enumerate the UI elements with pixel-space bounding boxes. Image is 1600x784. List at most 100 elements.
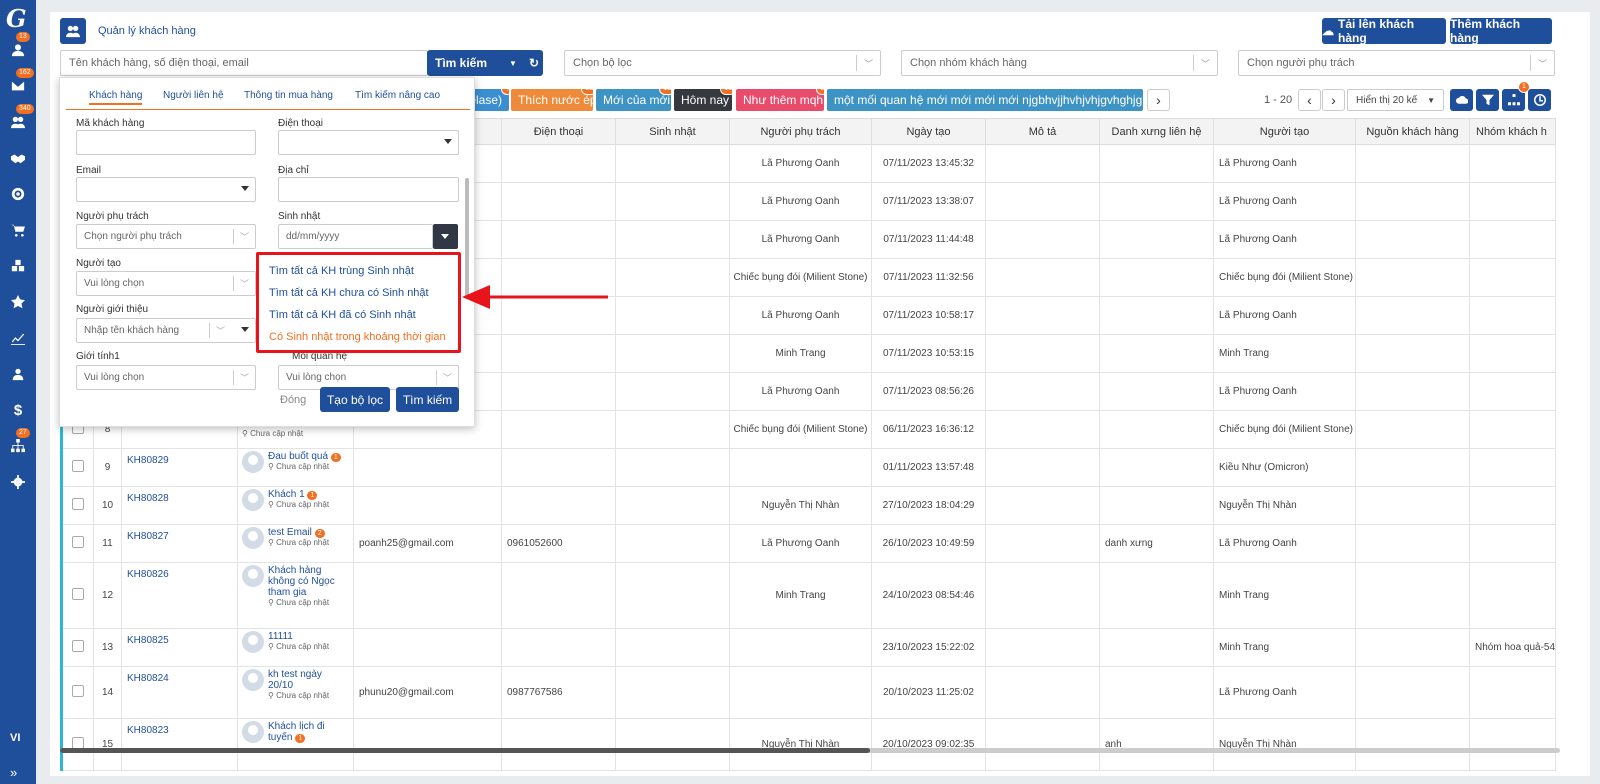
search-button[interactable]: Tìm kiếm ▼ ↻	[427, 50, 543, 76]
col-header[interactable]: Người phụ trách	[729, 118, 872, 145]
panel-scrollbar[interactable]	[465, 178, 469, 298]
horizontal-scrollbar[interactable]	[60, 748, 1560, 753]
prev-page-button[interactable]: ‹	[1298, 89, 1321, 111]
col-header[interactable]: Điện thoại	[501, 118, 616, 145]
row-checkbox-cell[interactable]	[60, 562, 94, 629]
option-has-birthday[interactable]: Tìm tất cả KH đã có Sinh nhật	[269, 309, 416, 321]
caret-down-icon[interactable]	[241, 186, 249, 191]
owner-select[interactable]: Chọn người phụ trách ﹀	[76, 224, 256, 249]
dollar-icon[interactable]: $	[0, 398, 36, 422]
refresh-icon[interactable]: ↻	[529, 56, 539, 70]
table-row[interactable]: 10 KH80828 Khách 1 1 ⚲ Chưa cập nhật Nguyễn …	[60, 486, 1557, 525]
row-checkbox[interactable]	[72, 536, 84, 548]
cloud-download-button[interactable]	[1450, 89, 1473, 111]
customer-name-link[interactable]: test Email	[268, 527, 312, 538]
birthday-input[interactable]: dd/mm/yyyy	[278, 224, 433, 249]
row-checkbox-cell[interactable]	[60, 666, 94, 719]
customer-name-link[interactable]: Khách 1	[268, 489, 305, 500]
creator-select[interactable]: Vui lòng chọn ﹀	[76, 271, 256, 296]
close-button[interactable]: Đóng	[280, 394, 306, 406]
handshake-icon[interactable]	[0, 146, 36, 170]
columns-button[interactable]: 1	[1502, 81, 1530, 111]
next-tags-button[interactable]: ›	[1147, 89, 1170, 111]
filter-button[interactable]	[1476, 89, 1499, 111]
col-header[interactable]: Mô tả	[985, 118, 1100, 145]
chevron-down-icon[interactable]: ▼	[509, 59, 517, 68]
saved-filter-tag[interactable]: một mối quan hệ mới mới mới mới njgbhvjj…	[827, 89, 1143, 111]
saved-filter-tag[interactable]: elase)4	[471, 89, 509, 111]
scroll-thumb[interactable]	[60, 748, 870, 753]
option-same-birthday[interactable]: Tìm tất cả KH trùng Sinh nhật	[269, 265, 414, 277]
upload-customers-button[interactable]: ☁ Tải lên khách hàng	[1322, 17, 1446, 45]
saved-filter-tag[interactable]: Mới của mới13	[596, 89, 671, 111]
owner-select[interactable]: Chọn người phụ trách ﹀	[1238, 50, 1555, 76]
saved-filter-tag[interactable]: Như thêm mqh0	[736, 89, 824, 111]
row-checkbox-cell[interactable]	[60, 718, 94, 771]
filter-search-button[interactable]: Tìm kiếm	[396, 387, 459, 412]
table-row[interactable]: 13 KH80825 11111 ⚲ Chưa cập nhật 23/10/2023 …	[60, 628, 1557, 667]
chart-icon[interactable]	[0, 326, 36, 350]
users-icon[interactable]: 340	[0, 104, 36, 134]
create-filter-button[interactable]: Tạo bộ lọc	[320, 387, 390, 412]
app-logo[interactable]: G	[6, 4, 32, 33]
table-row[interactable]: 9 KH80829 Đau buốt quá 1 ⚲ Chưa cập nhật 01/…	[60, 448, 1557, 487]
col-header[interactable]: Nguồn khách hàng	[1355, 118, 1470, 145]
caret-down-icon[interactable]	[241, 327, 249, 332]
filter-select[interactable]: Chọn bộ lọc ﹀	[564, 50, 881, 76]
next-page-button[interactable]: ›	[1322, 89, 1345, 111]
mail-icon[interactable]: 162	[0, 68, 36, 98]
customer-code[interactable]: KH80827	[121, 524, 238, 563]
col-header[interactable]: Sinh nhật	[615, 118, 730, 145]
row-checkbox-cell[interactable]	[60, 448, 94, 487]
col-header[interactable]: Danh xưng liên hệ	[1099, 118, 1214, 145]
table-row[interactable]: 11 KH80827 test Email 2 ⚲ Chưa cập nhật poan…	[60, 524, 1557, 563]
row-checkbox[interactable]	[72, 588, 84, 600]
cart-icon[interactable]	[0, 218, 36, 242]
history-button[interactable]	[1528, 89, 1551, 111]
star-icon[interactable]	[0, 290, 36, 314]
customer-name-link[interactable]: kh test ngày 20/10	[268, 669, 322, 691]
option-no-birthday[interactable]: Tìm tất cả KH chưa có Sinh nhật	[269, 287, 429, 299]
gear-icon[interactable]	[0, 470, 36, 494]
table-row[interactable]: 12 KH80826 Khách hàng không có Ngọc tham g…	[60, 562, 1557, 629]
customer-code[interactable]: KH80829	[121, 448, 238, 487]
sitemap-icon[interactable]: 27	[0, 428, 36, 458]
caret-down-icon[interactable]	[444, 139, 452, 144]
tab-advanced-search[interactable]: Tìm kiếm nâng cao	[355, 90, 440, 101]
col-header[interactable]: Người tạo	[1213, 118, 1356, 145]
tab-contact[interactable]: Người liên hệ	[163, 90, 224, 101]
customer-name-link[interactable]: Đau buốt quá	[268, 451, 328, 462]
row-checkbox[interactable]	[72, 640, 84, 652]
customer-code[interactable]: KH80825	[121, 628, 238, 667]
col-header[interactable]: Nhóm khách h	[1468, 118, 1557, 145]
tab-purchase-info[interactable]: Thông tin mua hàng	[244, 90, 333, 101]
row-checkbox[interactable]	[72, 498, 84, 510]
option-birthday-range[interactable]: Có Sinh nhật trong khoảng thời gian	[269, 331, 446, 343]
language-switch[interactable]: VI	[10, 732, 20, 744]
target-icon[interactable]	[0, 182, 36, 206]
row-checkbox-cell[interactable]	[60, 628, 94, 667]
group-select[interactable]: Chọn nhóm khách hàng ﹀	[901, 50, 1218, 76]
boxes-icon[interactable]	[0, 254, 36, 278]
customer-code[interactable]: KH80826	[121, 562, 238, 629]
address-input[interactable]	[278, 177, 459, 202]
row-checkbox-cell[interactable]	[60, 486, 94, 525]
phone-input[interactable]	[278, 130, 459, 155]
col-header[interactable]: Ngày tạo	[871, 118, 986, 145]
row-checkbox[interactable]	[72, 460, 84, 472]
table-row[interactable]: 14 KH80824 kh test ngày 20/10 ⚲ Chưa cập nh…	[60, 666, 1557, 719]
referrer-select[interactable]: Nhập tên khách hàng ﹀	[76, 318, 256, 343]
tab-customer[interactable]: Khách hàng	[89, 90, 143, 105]
customer-name-link[interactable]: 11111	[268, 631, 293, 642]
birthday-dropdown-button[interactable]	[433, 224, 458, 249]
customer-code-input[interactable]	[76, 130, 256, 155]
add-customer-button[interactable]: Thêm khách hàng	[1450, 17, 1552, 45]
customer-code[interactable]: KH80824	[121, 666, 238, 719]
email-input[interactable]	[76, 177, 256, 202]
table-row[interactable]: 15 KH80823 Khách lịch đi tuyến 1 Nguyễn Thị…	[60, 718, 1557, 771]
saved-filter-tag[interactable]: Hôm nay15	[674, 89, 732, 111]
customer-name-link[interactable]: Khách hàng không có Ngọc tham gia	[268, 565, 335, 598]
saved-filter-tag[interactable]: Thích nước ép38	[511, 89, 593, 111]
search-input[interactable]: Tên khách hàng, số điện thoại, email	[60, 50, 428, 76]
row-checkbox-cell[interactable]	[60, 524, 94, 563]
